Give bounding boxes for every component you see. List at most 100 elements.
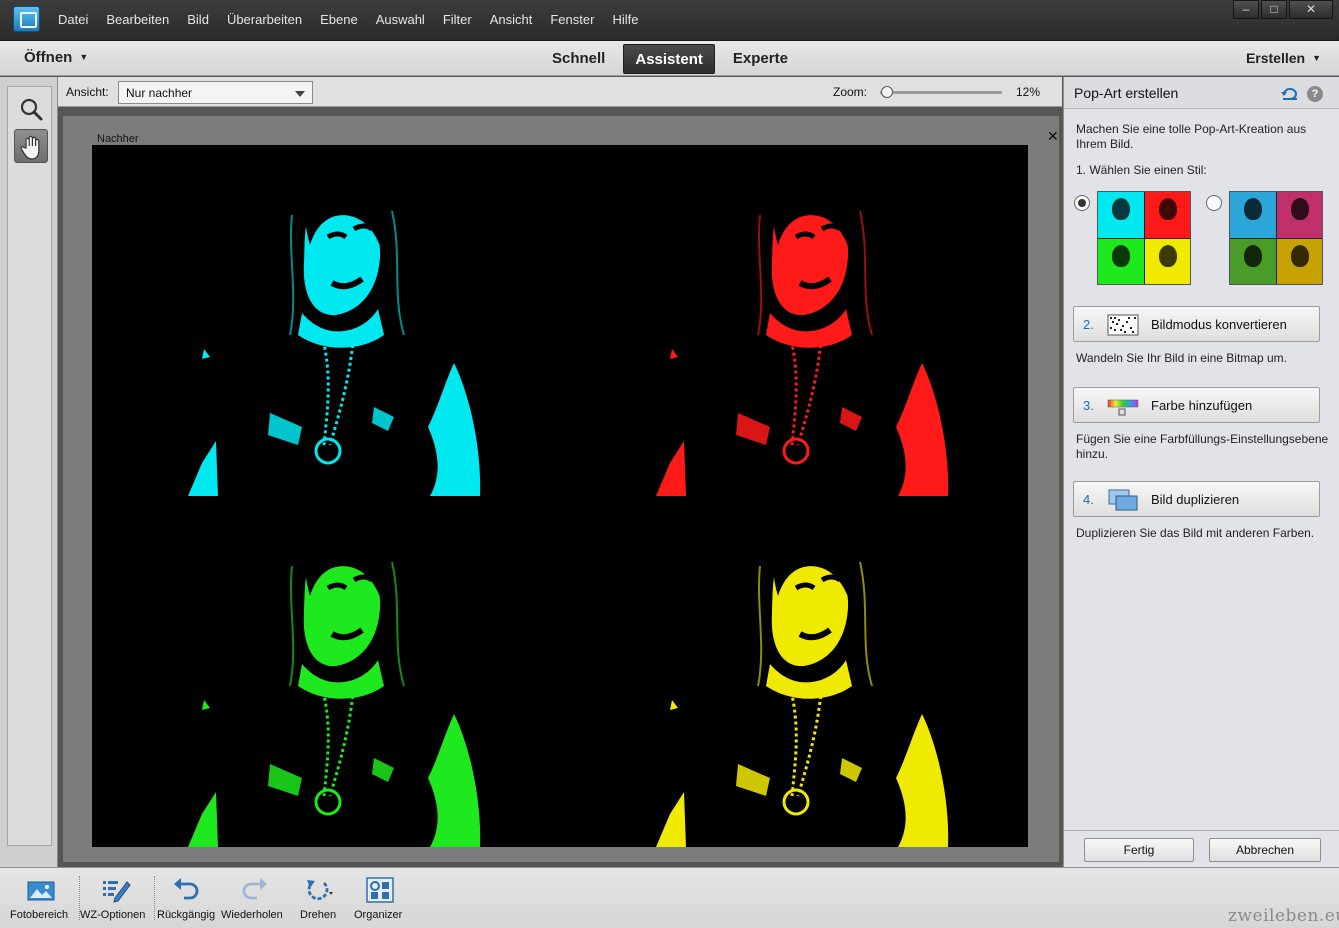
portrait-arm-left xyxy=(656,441,686,496)
dropdown-arrow-icon xyxy=(295,91,305,97)
mode-experte[interactable]: Experte xyxy=(721,44,800,74)
organizer-button[interactable]: Organizer xyxy=(350,868,410,928)
portrait-hair-strand xyxy=(289,565,295,687)
photo-bin-icon xyxy=(27,881,55,901)
photo-bin-button[interactable]: Fotobereich xyxy=(6,868,76,928)
hand-tool[interactable] xyxy=(14,129,48,163)
undo-button[interactable]: Rückgängig xyxy=(155,868,221,928)
help-icon[interactable]: ? xyxy=(1307,86,1323,102)
view-select[interactable]: Nur nachher xyxy=(118,81,313,104)
menu-filter[interactable]: Filter xyxy=(443,12,472,27)
bottom-bar: Fotobereich WZ-Optionen Rückgängig Wiede… xyxy=(0,867,1339,928)
mode-schnell[interactable]: Schnell xyxy=(540,44,617,74)
create-button[interactable]: Erstellen ▼ xyxy=(1246,50,1321,66)
step-label: Bildmodus konvertieren xyxy=(1151,317,1287,332)
redo-icon xyxy=(242,878,267,900)
guided-panel: Pop-Art erstellen ? Machen Sie eine toll… xyxy=(1063,77,1339,867)
minimize-button[interactable]: – xyxy=(1233,0,1259,19)
thumb-cell xyxy=(1230,238,1276,284)
open-button[interactable]: Öffnen ▼ xyxy=(24,49,88,66)
chevron-down-icon: ▼ xyxy=(1312,53,1321,63)
panel-footer: Fertig Abbrechen xyxy=(1064,830,1339,867)
close-icon[interactable]: ✕ xyxy=(1047,128,1059,145)
portrait-silhouette xyxy=(656,189,949,496)
thumb-cell xyxy=(1276,238,1322,284)
style-thumbnail-1[interactable] xyxy=(1097,191,1191,285)
toolbox-panel xyxy=(7,86,52,846)
style-radio-1[interactable] xyxy=(1074,195,1090,211)
close-window-button[interactable]: ✕ xyxy=(1289,0,1333,19)
panel-intro: Machen Sie eine tolle Pop-Art-Kreation a… xyxy=(1076,122,1307,151)
organizer-icon xyxy=(366,877,394,903)
tool-options-label: WZ-Optionen xyxy=(80,909,146,921)
portrait-speck xyxy=(202,349,210,359)
menu-ebene[interactable]: Ebene xyxy=(320,12,358,27)
thumb-cell xyxy=(1276,192,1322,238)
portrait-arm-left xyxy=(188,792,218,847)
panel-header: Pop-Art erstellen ? xyxy=(1064,77,1339,109)
undo-label: Rückgängig xyxy=(157,909,216,921)
menu-bar: Datei Bearbeiten Bild Überarbeiten Ebene… xyxy=(58,12,656,27)
popart-quadrant-red xyxy=(560,145,1028,496)
portrait-silhouette xyxy=(188,540,481,847)
zoom-tool[interactable] xyxy=(14,93,48,127)
menu-auswahl[interactable]: Auswahl xyxy=(376,12,425,27)
rotate-label: Drehen xyxy=(300,909,337,921)
reset-icon[interactable] xyxy=(1281,85,1299,101)
step-add-color-button[interactable]: 3. Farbe hinzufügen xyxy=(1073,387,1320,423)
organizer-label: Organizer xyxy=(354,909,403,921)
step-description: Duplizieren Sie das Bild mit anderen Far… xyxy=(1076,526,1315,540)
maximize-button[interactable]: □ xyxy=(1261,0,1287,19)
zoom-slider-knob[interactable] xyxy=(881,86,894,98)
done-button[interactable]: Fertig xyxy=(1084,838,1194,862)
menu-ansicht[interactable]: Ansicht xyxy=(490,12,533,27)
portrait-neck xyxy=(766,660,852,699)
redo-button[interactable]: Wiederholen xyxy=(221,868,287,928)
options-bar: Ansicht: Nur nachher Zoom: 12% xyxy=(58,77,1062,107)
portrait-necklace xyxy=(788,332,824,446)
redo-label: Wiederholen xyxy=(221,909,283,921)
step-description: Fügen Sie eine Farbfüllungs-Einstellungs… xyxy=(1076,432,1329,461)
popart-quadrant-cyan xyxy=(92,145,560,496)
step-duplicate-button[interactable]: 4. Bild duplizieren xyxy=(1073,481,1320,517)
rotate-button[interactable]: Drehen xyxy=(294,868,346,928)
tool-options-icon xyxy=(103,881,131,903)
portrait-pendant xyxy=(314,437,342,465)
style-radio-2[interactable] xyxy=(1206,195,1222,211)
zoom-slider[interactable] xyxy=(880,86,1002,98)
chevron-down-icon: ▼ xyxy=(79,52,89,62)
popart-image[interactable] xyxy=(92,145,1028,847)
cancel-button[interactable]: Abbrechen xyxy=(1209,838,1321,862)
style-thumbnail-2[interactable] xyxy=(1229,191,1323,285)
step-label: Farbe hinzufügen xyxy=(1151,398,1253,413)
panel-title: Pop-Art erstellen xyxy=(1074,85,1179,101)
window-controls: – □ ✕ xyxy=(1231,0,1333,19)
mode-assistent[interactable]: Assistent xyxy=(623,44,715,74)
menu-datei[interactable]: Datei xyxy=(58,12,88,27)
step-number: 2. xyxy=(1083,317,1094,332)
step-number: 4. xyxy=(1083,492,1094,507)
step-number: 3. xyxy=(1083,398,1094,413)
thumb-cell xyxy=(1098,192,1144,238)
menu-bild[interactable]: Bild xyxy=(187,12,209,27)
portrait-arm-left xyxy=(188,441,218,496)
portrait-pendant xyxy=(782,788,810,816)
zoom-label: Zoom: xyxy=(833,85,868,99)
portrait-neck xyxy=(298,660,384,699)
portrait-neck xyxy=(298,309,384,348)
menu-fenster[interactable]: Fenster xyxy=(550,12,594,27)
app-icon[interactable] xyxy=(13,6,40,32)
thumb-cell xyxy=(1144,192,1190,238)
mode-switcher: Schnell Assistent Experte xyxy=(540,44,806,74)
menu-hilfe[interactable]: Hilfe xyxy=(612,12,638,27)
toolbox xyxy=(0,77,58,867)
step-label: Bild duplizieren xyxy=(1151,492,1240,507)
view-label: Ansicht: xyxy=(66,85,109,99)
thumb-cell xyxy=(1144,238,1190,284)
portrait-speck xyxy=(670,349,678,359)
menu-bearbeiten[interactable]: Bearbeiten xyxy=(106,12,169,27)
step-convert-bitmap-button[interactable]: 2. Bildmodus konvertieren xyxy=(1073,306,1320,342)
tool-options-button[interactable]: WZ-Optionen xyxy=(80,868,152,928)
bitmap-icon xyxy=(1107,314,1139,336)
menu-ueberarbeiten[interactable]: Überarbeiten xyxy=(227,12,302,27)
